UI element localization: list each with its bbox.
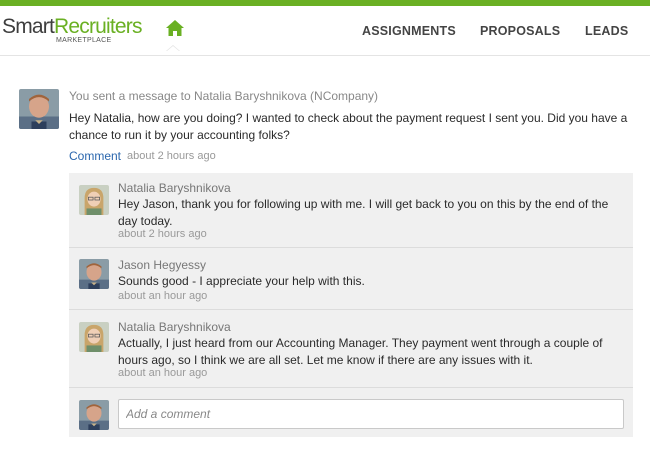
logo-wordmark: SmartRecruiters bbox=[2, 15, 143, 38]
reply-author: Natalia Baryshnikova bbox=[118, 181, 231, 195]
reply-divider bbox=[69, 247, 633, 248]
nav-proposals[interactable]: PROPOSALS bbox=[480, 24, 560, 38]
reply-time: about an hour ago bbox=[118, 367, 208, 379]
avatar-natalia bbox=[79, 185, 109, 215]
home-icon[interactable] bbox=[165, 19, 185, 37]
avatar-jason bbox=[79, 259, 109, 289]
reply-time: about an hour ago bbox=[118, 290, 208, 302]
nav-assignments[interactable]: ASSIGNMENTS bbox=[362, 24, 456, 38]
nav-leads[interactable]: LEADS bbox=[585, 24, 628, 38]
comments-panel: Natalia Baryshnikova Hey Jason, thank yo… bbox=[69, 173, 633, 437]
avatar-natalia bbox=[79, 322, 109, 352]
message-time: about 2 hours ago bbox=[127, 150, 216, 162]
reply-author: Jason Hegyessy bbox=[118, 258, 207, 272]
message-header: You sent a message to Natalia Baryshniko… bbox=[69, 89, 379, 103]
app-header: SmartRecruiters MARKETPLACE ASSIGNMENTS … bbox=[0, 6, 650, 56]
reply-text: Hey Jason, thank you for following up wi… bbox=[118, 197, 609, 228]
message-text: Hey Natalia, how are you doing? I wanted… bbox=[69, 111, 628, 142]
avatar-jason bbox=[19, 89, 59, 129]
reply-divider bbox=[69, 387, 633, 388]
add-comment-input[interactable] bbox=[118, 399, 624, 429]
smartrecruiters-logo[interactable]: SmartRecruiters MARKETPLACE bbox=[2, 15, 143, 44]
reply-time: about 2 hours ago bbox=[118, 228, 207, 240]
logo-subtitle: MARKETPLACE bbox=[56, 37, 112, 44]
reply-divider bbox=[69, 309, 633, 310]
avatar-current-user bbox=[79, 400, 109, 430]
comment-link[interactable]: Comment bbox=[69, 148, 121, 165]
reply-text: Actually, I just heard from our Accounti… bbox=[118, 336, 603, 367]
reply-author: Natalia Baryshnikova bbox=[118, 320, 231, 334]
